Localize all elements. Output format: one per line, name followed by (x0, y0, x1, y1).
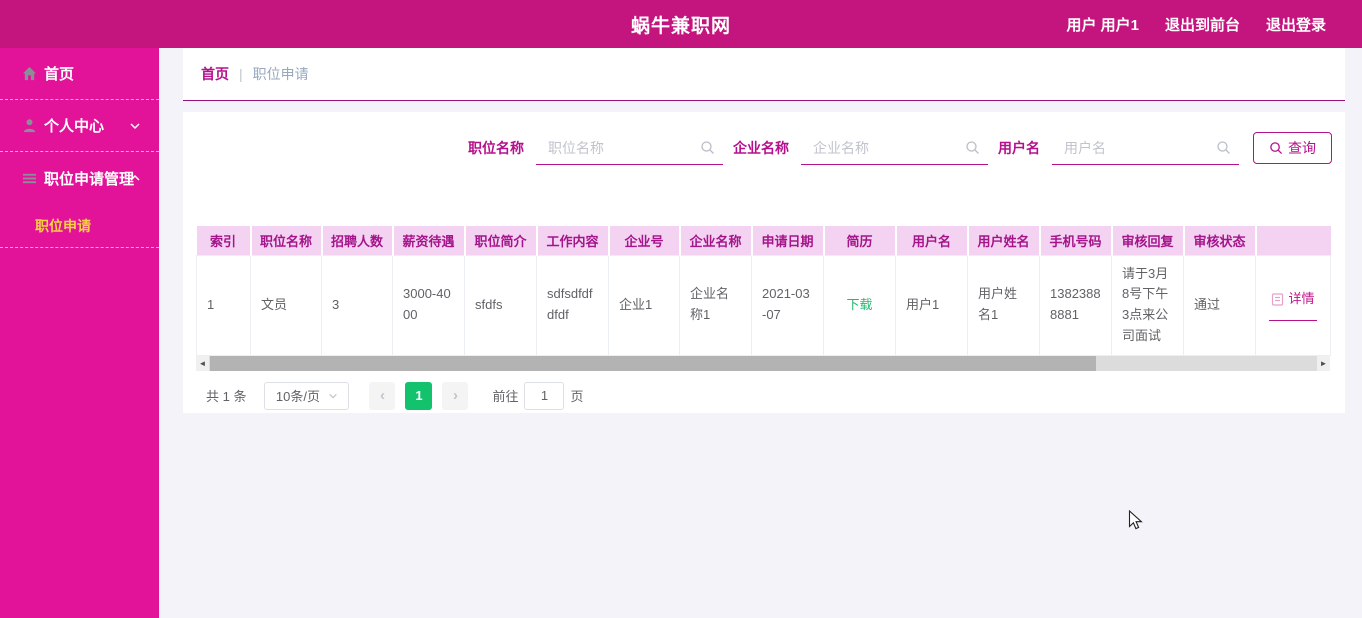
scroll-right-icon[interactable]: ► (1317, 355, 1330, 371)
col-header: 审核状态 (1183, 226, 1257, 255)
logout-link[interactable]: 退出登录 (1266, 14, 1326, 35)
col-header: 职位名称 (250, 226, 323, 255)
filter-username-label: 用户名 (998, 140, 1040, 156)
company-name-input[interactable] (801, 139, 988, 156)
goto-label: 前往 (492, 389, 519, 405)
cell-company-no: 企业1 (608, 254, 680, 356)
col-header: 审核回复 (1111, 226, 1185, 255)
list-icon (22, 173, 37, 183)
horizontal-scrollbar[interactable]: ◄ ► (196, 355, 1330, 371)
header-user-link[interactable]: 用户 用户1 (1066, 14, 1139, 35)
scrollbar-thumb[interactable] (210, 355, 1097, 371)
page-size-value: 10条/页 (275, 389, 320, 405)
sidebar-item-personal-center[interactable]: 个人中心 (0, 100, 159, 152)
table-row: 1 文员 3 3000-4000 sfdfs sdfsdfdfdfdf 企业1 … (196, 254, 1331, 356)
chevron-down-icon (329, 393, 337, 399)
col-header: 用户名 (895, 226, 969, 255)
col-header: 手机号码 (1039, 226, 1113, 255)
content-card: 职位名称 企业名称 用户名 (183, 112, 1345, 413)
sidebar-item-job-apply-mgmt[interactable]: 职位申请管理 (0, 152, 159, 204)
home-icon (22, 66, 37, 81)
breadcrumb-separator: | (239, 66, 243, 82)
breadcrumb-home-link[interactable]: 首页 (201, 64, 229, 84)
detail-link[interactable]: 详情 (1269, 289, 1317, 321)
col-header: 简历 (823, 226, 897, 255)
page-size-select[interactable]: 10条/页 (264, 381, 350, 410)
col-header: 职位简介 (464, 226, 538, 255)
username-input[interactable] (1052, 139, 1239, 156)
cell-review-status: 通过 (1183, 254, 1256, 356)
filter-company-label: 企业名称 (733, 140, 789, 156)
scrollbar-track[interactable] (209, 355, 1317, 371)
goto-page-input[interactable] (524, 381, 565, 410)
scroll-left-icon[interactable]: ◄ (196, 355, 209, 371)
col-header: 企业号 (608, 226, 681, 255)
query-button[interactable]: 查询 (1253, 132, 1332, 164)
col-header (1255, 226, 1331, 255)
col-header: 工作内容 (536, 226, 610, 255)
col-header: 企业名称 (679, 226, 753, 255)
cell-phone: 13823888881 (1039, 254, 1112, 356)
chevron-up-icon (130, 174, 140, 181)
cell-username: 用户1 (895, 254, 968, 356)
sidebar-item-label: 职位申请管理 (44, 170, 135, 188)
search-icon (1270, 142, 1283, 155)
breadcrumb: 首页 | 职位申请 (183, 48, 1345, 101)
sidebar-subitem-job-apply[interactable]: 职位申请 (0, 204, 159, 248)
filter-row: 职位名称 企业名称 用户名 (196, 112, 1332, 166)
cell-user-fullname: 用户姓名1 (967, 254, 1040, 356)
cell-review-reply: 请于3月8号下午3点来公司面试 (1111, 254, 1184, 356)
col-header: 索引 (196, 226, 252, 255)
exit-to-front-link[interactable]: 退出到前台 (1165, 14, 1240, 35)
col-header: 招聘人数 (321, 226, 394, 255)
prev-page-button[interactable]: ‹ (369, 381, 396, 410)
query-button-label: 查询 (1288, 140, 1316, 156)
cell-recruit-count: 3 (321, 254, 393, 356)
col-header: 用户姓名 (967, 226, 1041, 255)
document-icon (1272, 293, 1284, 306)
cell-company-name: 企业名称1 (679, 254, 752, 356)
pagination-total: 共 1 条 (206, 389, 247, 405)
search-icon (1217, 141, 1230, 154)
pagination: 共 1 条 10条/页 ‹ 1 › 前往 页 (196, 381, 1332, 410)
filter-job-name: 职位名称 (468, 131, 723, 165)
sidebar-item-label: 个人中心 (44, 118, 105, 135)
search-icon (701, 141, 714, 154)
cell-apply-date: 2021-03-07 (751, 254, 824, 356)
filter-company-name: 企业名称 (733, 131, 988, 165)
col-header: 申请日期 (751, 226, 825, 255)
cell-work-content: sdfsdfdfdfdf (536, 254, 609, 356)
cell-resume: 下载 (823, 254, 896, 356)
col-header: 薪资待遇 (392, 226, 466, 255)
chevron-down-icon (130, 122, 140, 129)
resume-download-link[interactable]: 下载 (846, 297, 872, 312)
sidebar-subitem-label: 职位申请 (35, 217, 91, 234)
filter-username: 用户名 (998, 131, 1239, 165)
sidebar-item-label: 首页 (44, 66, 75, 83)
cell-job-intro: sfdfs (464, 254, 537, 356)
sidebar: 首页 个人中心 职位申请管理 职位申请 (0, 48, 159, 618)
main-content: 首页 | 职位申请 职位名称 企业名称 (159, 48, 1362, 618)
cell-index: 1 (196, 254, 251, 356)
filter-job-name-label: 职位名称 (468, 140, 524, 156)
goto-unit: 页 (570, 389, 584, 405)
job-apply-table: 索引 职位名称 招聘人数 薪资待遇 职位简介 工作内容 企业号 企业名称 申请日… (196, 226, 1332, 371)
search-icon (966, 141, 979, 154)
cell-detail: 详情 (1255, 254, 1331, 356)
detail-link-label: 详情 (1288, 291, 1315, 307)
sidebar-item-home[interactable]: 首页 (0, 48, 159, 100)
next-page-button[interactable]: › (442, 381, 469, 410)
cell-job-name: 文员 (250, 254, 322, 356)
job-name-input[interactable] (536, 139, 723, 156)
top-header: 蜗牛兼职网 用户 用户1 退出到前台 退出登录 (0, 0, 1362, 48)
breadcrumb-current: 职位申请 (252, 66, 309, 82)
user-icon (23, 119, 36, 133)
header-links: 用户 用户1 退出到前台 退出登录 (1066, 14, 1326, 35)
page-number-button[interactable]: 1 (405, 381, 433, 410)
cell-salary: 3000-4000 (392, 254, 465, 356)
table-header-row: 索引 职位名称 招聘人数 薪资待遇 职位简介 工作内容 企业号 企业名称 申请日… (196, 226, 1331, 255)
